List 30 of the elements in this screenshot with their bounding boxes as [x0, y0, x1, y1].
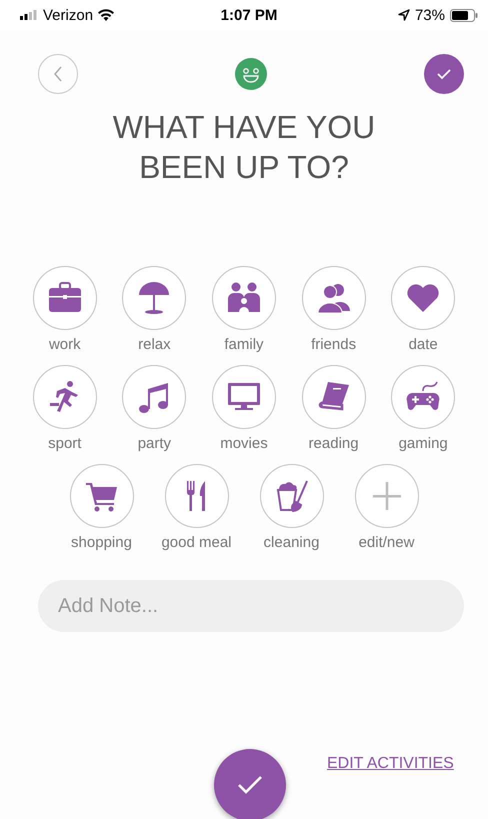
carrier-name: Verizon: [43, 6, 94, 24]
battery-percent: 73%: [414, 6, 445, 24]
location-icon: [398, 9, 410, 21]
edit-activities-link[interactable]: EDIT ACTIVITIES: [327, 755, 454, 773]
chevron-left-icon: [52, 66, 64, 82]
activity-label: reading: [308, 434, 359, 454]
activity-label: shopping: [71, 533, 132, 553]
note-field[interactable]: Add Note...: [38, 580, 464, 632]
activity-label: cleaning: [264, 533, 320, 553]
activity-label: work: [48, 335, 81, 355]
activity-label: relax: [138, 335, 171, 355]
activity-label: party: [138, 434, 172, 454]
activity-label: friends: [311, 335, 356, 355]
activity-label: edit/new: [358, 533, 414, 553]
page-title: WHAT HAVE YOU BEEN UP TO?: [112, 108, 376, 187]
activity-label: gaming: [398, 434, 448, 454]
signal-icon: [20, 10, 38, 20]
save-button[interactable]: [214, 749, 286, 819]
wifi-icon: [98, 9, 114, 21]
activity-label: date: [408, 335, 438, 355]
confirm-button[interactable]: [424, 54, 464, 94]
activity-label: movies: [220, 434, 268, 454]
checkmark-icon: [436, 68, 452, 80]
status-time: 1:07 PM: [220, 6, 278, 24]
smiley-icon: [235, 58, 267, 90]
activity-label: family: [224, 335, 264, 355]
activity-label: good meal: [161, 533, 232, 553]
checkmark-icon: [237, 775, 263, 795]
battery-icon: [450, 8, 478, 22]
activity-label: sport: [48, 434, 82, 454]
